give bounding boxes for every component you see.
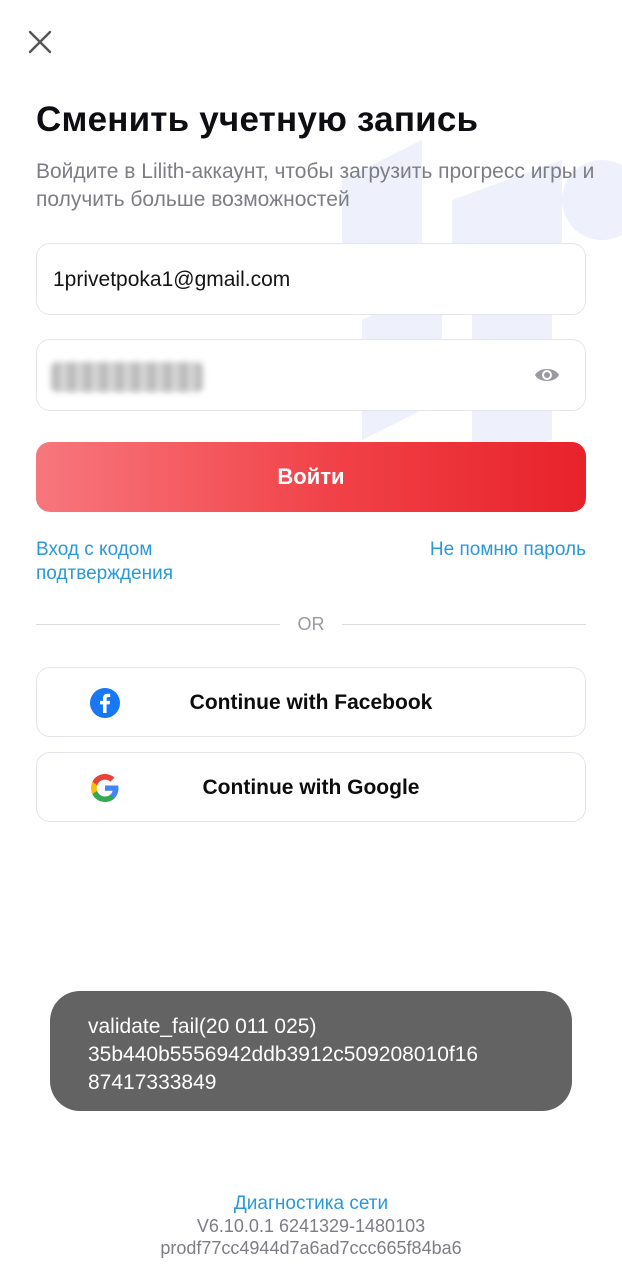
close-button[interactable]: [26, 28, 54, 56]
footer: Диагностика сети V6.10.0.1 6241329-14801…: [0, 1193, 622, 1259]
code-login-link[interactable]: Вход с кодом подтверждения: [36, 538, 226, 586]
divider-left: [36, 624, 280, 625]
page-title: Сменить учетную запись: [36, 100, 479, 139]
facebook-login-button[interactable]: Continue with Facebook: [36, 667, 586, 737]
toast-line-1: validate_fail(20 011 025): [88, 1015, 317, 1038]
facebook-login-label: Continue with Facebook: [189, 691, 433, 714]
build-text: prodf77cc4944d7a6ad7ccc665f84ba6: [160, 1238, 462, 1258]
google-login-button[interactable]: Continue with Google: [36, 752, 586, 822]
divider-or: OR: [297, 614, 325, 634]
email-value: 1privetpoka1@gmail.com: [53, 268, 291, 291]
divider-right: [342, 624, 586, 625]
toast-line-2: 35b440b5556942ddb3912c509208010f16: [88, 1043, 479, 1066]
page-subtitle: Войдите в Lilith-аккаунт, чтобы загрузит…: [36, 160, 595, 211]
eye-icon[interactable]: [533, 364, 561, 386]
network-diagnostics-link[interactable]: Диагностика сети: [0, 1193, 622, 1215]
toast-line-3: 87417333849: [88, 1071, 217, 1094]
email-field[interactable]: 1privetpoka1@gmail.com: [36, 243, 586, 315]
password-field[interactable]: [36, 339, 586, 411]
version-text: V6.10.0.1 6241329-1480103: [196, 1216, 426, 1236]
error-toast: validate_fail(20 011 025) 35b440b5556942…: [50, 991, 572, 1111]
close-icon: [28, 30, 52, 54]
google-login-label: Continue with Google: [202, 776, 420, 799]
password-masked-value: [51, 362, 203, 392]
login-button[interactable]: Войти: [36, 442, 586, 512]
forgot-password-link[interactable]: Не помню пароль: [430, 538, 586, 562]
